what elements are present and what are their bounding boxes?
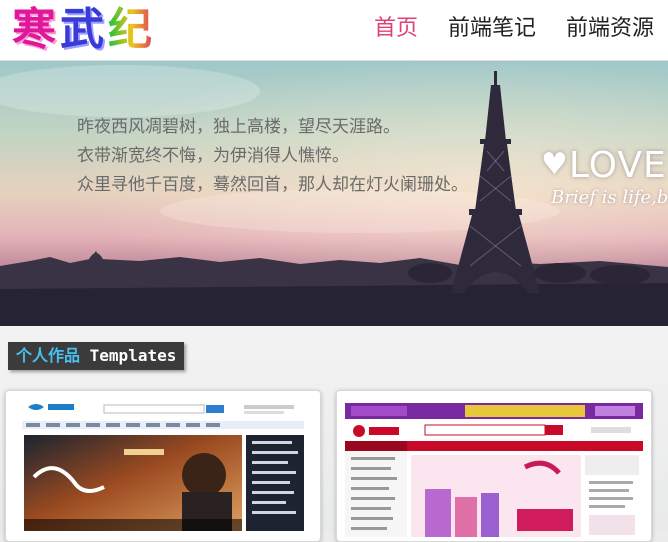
poem-line-1: 昨夜西风凋碧树，独上高楼，望尽天涯路。 [77, 117, 400, 137]
nav-frontend-resources[interactable]: 前端资源 [566, 0, 654, 60]
template-thumbnail-video-site [14, 397, 312, 537]
template-card-ecommerce-site[interactable] [336, 390, 652, 542]
logo-char-3: 纪 [108, 4, 156, 55]
logo-char-2: 武 [60, 4, 108, 55]
section-title-cn: 个人作品 [16, 346, 81, 365]
hero-banner: 昨夜西风凋碧树，独上高楼，望尽天涯路。 衣带渐宽终不悔，为伊消得人憔悴。 众里寻… [0, 61, 668, 326]
nav-home[interactable]: 首页 [374, 0, 418, 60]
section-title: 个人作品 Templates [8, 342, 185, 370]
site-header: 寒武纪 首页 前端笔记 前端资源 [0, 0, 668, 61]
love-word: LOVE [568, 145, 667, 186]
video-site-preview-image [14, 397, 312, 537]
heart-icon: ♥ [541, 147, 569, 182]
poem-line-3: 众里寻他千百度，蓦然回首，那人却在灯火阑珊处。 [77, 175, 468, 195]
site-logo[interactable]: 寒武纪 [12, 4, 156, 56]
works-section: 个人作品 Templates [0, 326, 668, 542]
love-caption: ♥LOVE [541, 145, 667, 186]
template-card-video-site[interactable] [5, 390, 321, 542]
logo-char-1: 寒 [12, 4, 60, 55]
template-thumbnail-ecommerce-site [345, 397, 643, 537]
main-nav: 首页 前端笔记 前端资源 [344, 0, 654, 60]
poem-line-2: 衣带渐宽终不悔，为伊消得人憔悴。 [77, 146, 349, 166]
nav-frontend-notes[interactable]: 前端笔记 [448, 0, 536, 60]
section-title-en: Templates [89, 346, 177, 365]
poem-text: 昨夜西风凋碧树，独上高楼，望尽天涯路。 衣带渐宽终不悔，为伊消得人憔悴。 众里寻… [77, 113, 468, 200]
love-subtitle: Brief is life,b [551, 187, 668, 208]
ecommerce-preview-image [345, 397, 643, 537]
